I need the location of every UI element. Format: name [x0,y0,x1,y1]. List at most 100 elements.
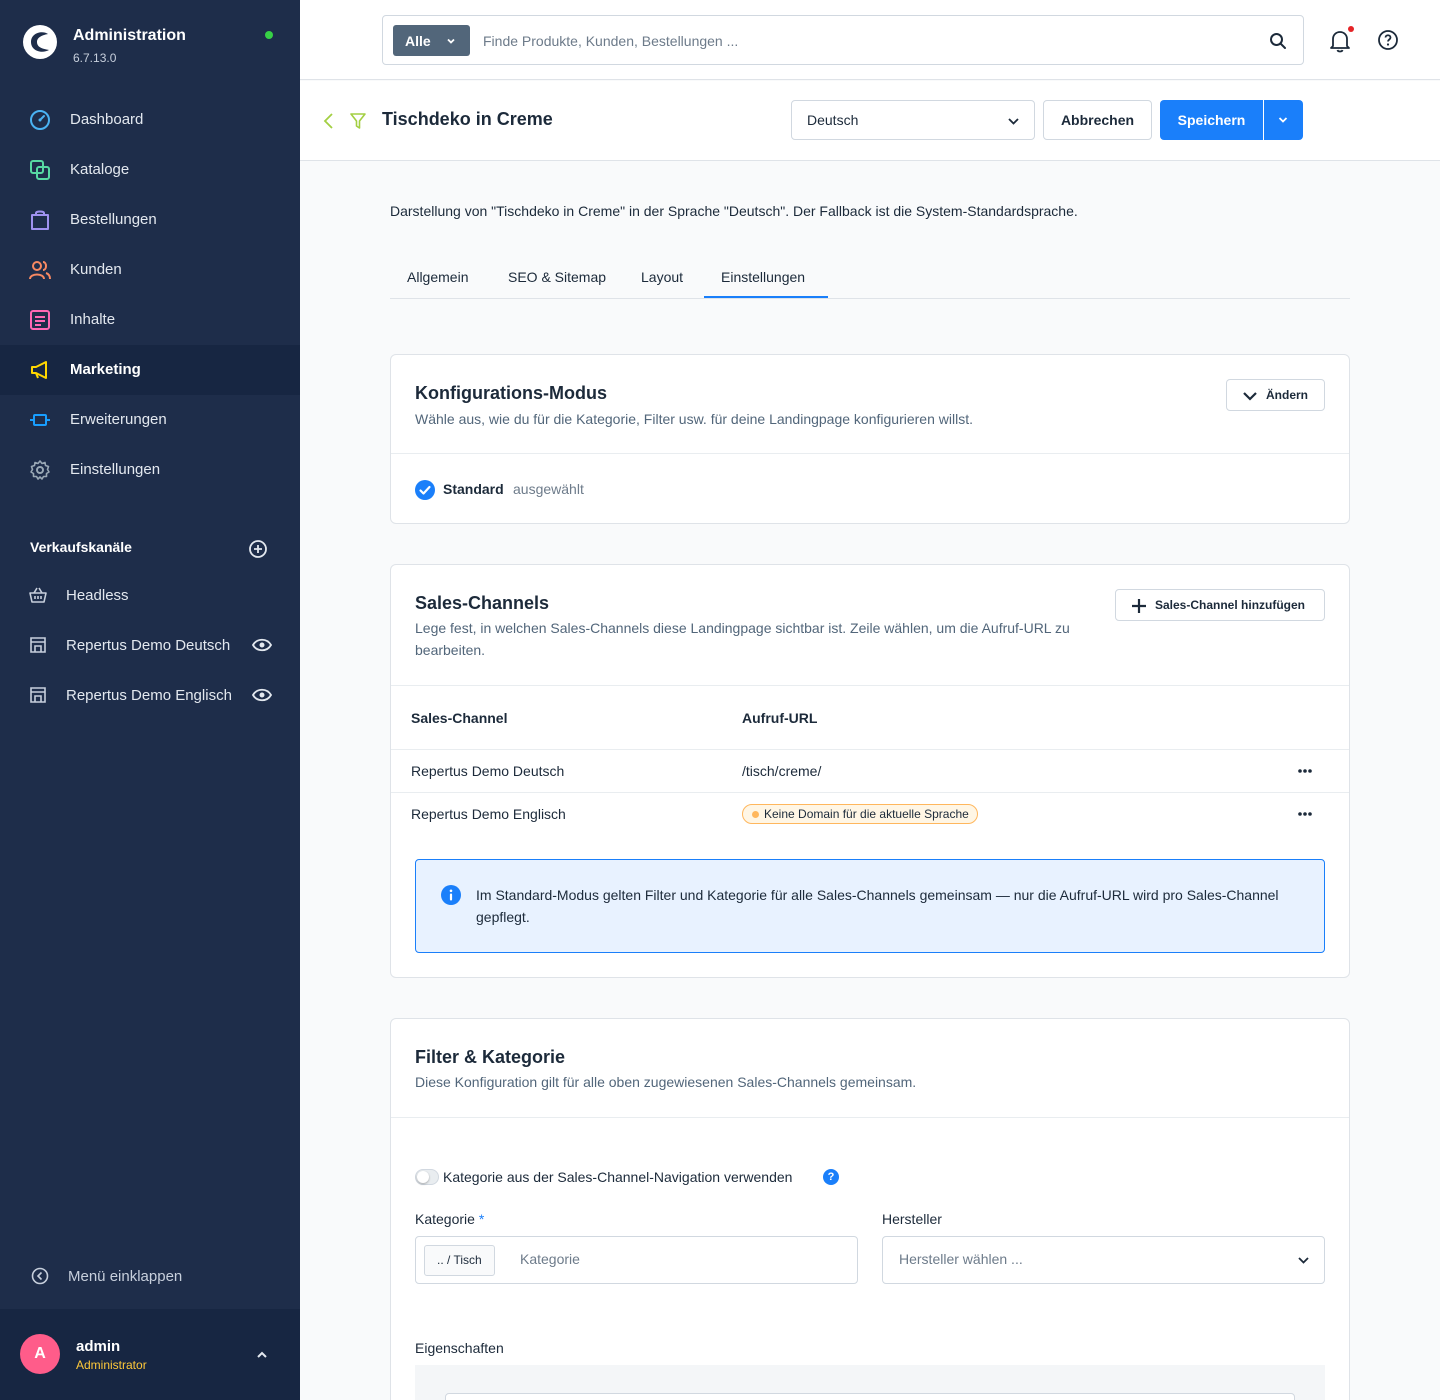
search-type-dropdown[interactable]: Alle [393,25,470,56]
marketing-icon [31,361,47,379]
extensions-icon [30,414,50,426]
tab-layout[interactable]: Layout [641,269,683,285]
landingpage-filter-icon [350,113,366,129]
sidebar-sales-channel-deutsch[interactable]: Repertus Demo Deutsch [0,620,300,670]
global-search: Alle [382,15,1304,65]
sidebar-item-label: Einstellungen [70,461,161,478]
toggle-knob [417,1171,429,1183]
add-sales-channel-button[interactable]: Sales-Channel hinzufügen [1115,589,1325,621]
table-divider [391,749,1349,750]
manufacturer-input[interactable] [899,1251,1279,1267]
tab-allgemein[interactable]: Allgemein [407,269,468,285]
sidebar-sales-channel-englisch[interactable]: Repertus Demo Englisch [0,670,300,720]
cancel-button[interactable]: Abbrechen [1043,100,1152,140]
category-chip[interactable]: .. / Tisch [424,1245,495,1276]
table-row-channel[interactable]: Repertus Demo Englisch [411,806,566,822]
card-title: Konfigurations-Modus [415,383,607,403]
sales-channels-card: Sales-Channels Lege fest, in welchen Sal… [390,564,1350,978]
column-header-sales-channel: Sales-Channel [411,710,508,726]
sidebar-item-kunden[interactable]: Kunden [0,245,300,295]
sidebar-item-erweiterungen[interactable]: Erweiterungen [0,395,300,445]
table-divider [391,792,1349,793]
sidebar-item-einstellungen[interactable]: Einstellungen [0,445,300,495]
search-icon[interactable] [1269,32,1287,50]
tab-seo-sitemap[interactable]: SEO & Sitemap [508,269,606,285]
card-subtitle: Diese Konfiguration gilt für alle oben z… [415,1074,917,1090]
sidebar: Administration 6.7.13.0 Dashboard Katalo… [0,0,300,1400]
back-arrow-icon[interactable] [322,112,334,130]
user-role: Administrator [76,1358,147,1372]
eye-icon[interactable] [252,637,272,653]
top-bar: Alle [300,0,1440,80]
help-tooltip-icon[interactable]: ? [823,1169,839,1185]
search-type-label: Alle [405,33,431,49]
card-title: Filter & Kategorie [415,1047,566,1067]
page-header: Tischdeko in Creme Deutsch Abbrechen Spe… [300,81,1440,161]
manufacturer-label: Hersteller [882,1211,942,1227]
customers-icon [29,261,51,280]
brand[interactable]: Administration 6.7.13.0 [22,22,282,66]
selected-mode-status: ausgewählt [513,481,584,497]
language-info-text: Darstellung von "Tischdeko in Creme" in … [390,203,1078,219]
chevron-down-icon [447,38,455,44]
category-label-text: Kategorie [415,1211,475,1227]
sales-channels-heading: Verkaufskanäle [30,539,132,555]
active-tab-indicator [704,296,828,298]
more-actions-icon[interactable] [1297,768,1313,774]
manufacturer-select[interactable] [882,1236,1325,1284]
settings-icon [30,460,50,480]
save-options-button[interactable] [1264,100,1303,140]
orders-icon [31,210,49,230]
properties-search-field[interactable] [445,1393,1295,1400]
collapse-left-icon [31,1267,49,1285]
use-navigation-category-label: Kategorie aus der Sales-Channel-Navigati… [443,1169,793,1185]
change-mode-button[interactable]: Ändern [1226,379,1325,411]
chevron-down-icon [1008,118,1019,125]
save-button[interactable]: Speichern [1160,100,1263,140]
dashboard-icon [30,110,50,130]
filter-category-card: Filter & Kategorie Diese Konfiguration g… [390,1018,1350,1400]
help-icon[interactable] [1377,29,1399,51]
collapse-menu-button[interactable]: Menü einklappen [0,1251,300,1301]
missing-domain-badge: Keine Domain für die aktuelle Sprache [742,804,978,824]
eye-icon[interactable] [252,687,272,703]
add-sales-channel-icon[interactable] [248,539,268,559]
app-version: 6.7.13.0 [73,51,117,65]
card-subtitle: Lege fest, in welchen Sales-Channels die… [415,620,1070,658]
info-alert-text: Im Standard-Modus gelten Filter und Kate… [476,887,1279,925]
avatar: A [20,1334,60,1374]
card-title: Sales-Channels [415,593,550,613]
sidebar-item-label: Kataloge [70,161,130,178]
sidebar-sales-channel-headless[interactable]: Headless [0,570,300,620]
notifications-bell-icon[interactable] [1328,28,1352,54]
sidebar-item-kataloge[interactable]: Kataloge [0,145,300,195]
properties-label: Eigenschaften [415,1340,504,1356]
sidebar-item-inhalte[interactable]: Inhalte [0,295,300,345]
sidebar-item-label: Inhalte [70,311,116,328]
sidebar-item-bestellungen[interactable]: Bestellungen [0,195,300,245]
sidebar-item-marketing[interactable]: Marketing [0,345,300,395]
tab-einstellungen[interactable]: Einstellungen [721,269,805,285]
use-navigation-category-toggle[interactable] [415,1169,439,1185]
sidebar-item-label: Bestellungen [70,211,157,228]
sales-channel-label: Headless [66,587,129,604]
selected-mode: Standard [443,481,504,497]
collapse-menu-label: Menü einklappen [68,1268,183,1285]
table-row-channel[interactable]: Repertus Demo Deutsch [411,763,564,779]
required-marker: * [478,1211,485,1227]
table-row-url[interactable]: /tisch/creme/ [742,763,821,779]
more-actions-icon[interactable] [1297,811,1313,817]
sales-channel-label: Repertus Demo Englisch [66,687,232,704]
category-input[interactable] [520,1251,840,1267]
change-mode-label: Ändern [1266,388,1308,402]
chevron-down-icon [1243,392,1257,401]
category-field[interactable]: .. / Tisch [415,1236,858,1284]
config-mode-card: Konfigurations-Modus Wähle aus, wie du f… [390,354,1350,524]
search-input[interactable] [483,29,1243,53]
user-menu[interactable]: A admin Administrator [0,1309,300,1400]
sidebar-item-dashboard[interactable]: Dashboard [0,95,300,145]
language-value: Deutsch [807,112,859,128]
language-switch[interactable]: Deutsch [791,100,1035,140]
warning-dot [752,811,759,818]
category-label: Kategorie * [415,1211,484,1227]
